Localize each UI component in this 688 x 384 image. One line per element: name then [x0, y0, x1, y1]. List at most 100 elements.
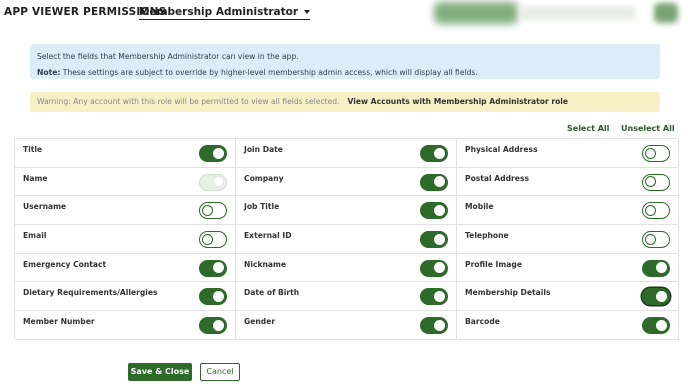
- field-visibility-toggle[interactable]: [199, 317, 227, 335]
- field-label: Company: [244, 173, 284, 183]
- field-visibility-toggle[interactable]: [199, 231, 227, 249]
- field-visibility-toggle[interactable]: [642, 145, 670, 162]
- field-row: Membership Details: [457, 282, 679, 312]
- info-line: Select the fields that Membership Admini…: [37, 52, 299, 61]
- field-row: Telephone: [457, 225, 679, 254]
- field-label: Email: [23, 231, 47, 241]
- field-row: Emergency Contact: [15, 253, 236, 283]
- field-visibility-toggle[interactable]: [642, 173, 670, 191]
- note-label: Note:: [37, 68, 61, 77]
- field-visibility-toggle[interactable]: [199, 145, 227, 162]
- role-select-dropdown[interactable]: Membership Administrator: [139, 6, 311, 20]
- field-label: Title: [23, 145, 43, 154]
- toggle-knob: [213, 147, 224, 159]
- field-permissions-grid: Title Join Date Physical Address Name Compan…: [14, 138, 679, 340]
- field-visibility-toggle[interactable]: [420, 173, 448, 191]
- field-visibility-toggle: [199, 173, 227, 191]
- field-label: Dietary Requirements/Allergies: [23, 288, 158, 298]
- field-visibility-toggle[interactable]: [199, 202, 227, 220]
- field-label: Barcode: [465, 317, 500, 327]
- field-row: Name: [15, 167, 236, 197]
- field-visibility-toggle[interactable]: [642, 317, 670, 335]
- field-row: Title: [15, 139, 236, 168]
- save-close-button[interactable]: Save & Close: [128, 363, 192, 381]
- field-row: Date of Birth: [236, 282, 457, 312]
- field-label: Physical Address: [465, 145, 538, 154]
- field-row: Member Number: [15, 311, 236, 340]
- toggle-knob: [645, 147, 656, 159]
- info-message: Select the fields that Membership Admini…: [30, 44, 660, 79]
- select-all-link[interactable]: Select All: [567, 124, 609, 133]
- role-select-value: Membership Administrator: [139, 6, 299, 18]
- field-visibility-toggle[interactable]: [642, 231, 670, 249]
- field-visibility-toggle[interactable]: [642, 288, 670, 306]
- field-label: Emergency Contact: [23, 259, 107, 269]
- note-text: These settings are subject to override b…: [60, 68, 478, 77]
- field-row: Nickname: [236, 253, 457, 283]
- redacted-area: [520, 6, 636, 20]
- top-bar: APP VIEWER PERMISSIONS Membership Admini…: [0, 0, 688, 28]
- field-label: Profile Image: [465, 259, 523, 269]
- field-visibility-toggle[interactable]: [420, 202, 448, 220]
- field-visibility-toggle[interactable]: [642, 202, 670, 220]
- field-visibility-toggle[interactable]: [420, 259, 448, 277]
- field-label: Username: [23, 202, 67, 212]
- field-visibility-toggle[interactable]: [420, 145, 448, 162]
- toggle-knob: [202, 233, 213, 245]
- field-row: Mobile: [457, 196, 679, 226]
- unselect-all-link[interactable]: Unselect All: [621, 124, 675, 133]
- field-label: Postal Address: [465, 173, 529, 183]
- chevron-down-icon: [304, 10, 311, 14]
- field-row: Company: [236, 167, 457, 197]
- toggle-knob: [434, 233, 445, 245]
- toggle-knob: [202, 204, 213, 216]
- field-row: Email: [15, 225, 236, 254]
- field-row: Username: [15, 196, 236, 226]
- field-label: External ID: [244, 231, 292, 241]
- toggle-knob: [213, 290, 224, 302]
- warning-message: Warning: Any account with this role will…: [30, 92, 660, 112]
- field-row: Profile Image: [457, 253, 679, 283]
- toggle-knob: [213, 176, 224, 188]
- toggle-knob: [645, 233, 656, 245]
- toggle-knob: [656, 262, 667, 274]
- field-label: Mobile: [465, 202, 494, 212]
- toggle-knob: [434, 176, 445, 188]
- field-row: Job Title: [236, 196, 457, 226]
- field-visibility-toggle[interactable]: [199, 259, 227, 277]
- field-label: Membership Details: [465, 288, 551, 298]
- toggle-knob: [645, 204, 656, 216]
- toggle-knob: [434, 204, 445, 216]
- field-label: Name: [23, 173, 48, 183]
- field-row: External ID: [236, 225, 457, 254]
- toggle-knob: [434, 147, 445, 159]
- field-label: Join Date: [244, 145, 283, 154]
- view-accounts-link[interactable]: View Accounts with Membership Administra…: [348, 97, 569, 106]
- field-visibility-toggle[interactable]: [420, 288, 448, 306]
- field-visibility-toggle[interactable]: [420, 231, 448, 249]
- field-row: Join Date: [236, 139, 457, 168]
- toggle-knob: [434, 319, 445, 331]
- field-row: Gender: [236, 311, 457, 340]
- cancel-button[interactable]: Cancel: [200, 363, 240, 381]
- field-visibility-toggle[interactable]: [642, 259, 670, 277]
- toggle-knob: [213, 262, 224, 274]
- field-label: Gender: [244, 317, 276, 327]
- toggle-knob: [434, 290, 445, 302]
- field-row: Barcode: [457, 311, 679, 340]
- field-label: Date of Birth: [244, 288, 300, 298]
- redacted-avatar: [654, 3, 678, 23]
- field-row: Physical Address: [457, 139, 679, 168]
- field-label: Nickname: [244, 259, 287, 269]
- field-visibility-toggle[interactable]: [199, 288, 227, 306]
- toggle-knob: [656, 290, 667, 302]
- toggle-knob: [645, 176, 656, 188]
- field-row: Dietary Requirements/Allergies: [15, 282, 236, 312]
- warning-text: Warning: Any account with this role will…: [37, 97, 340, 106]
- field-label: Member Number: [23, 317, 95, 327]
- field-visibility-toggle[interactable]: [420, 317, 448, 335]
- toggle-knob: [213, 319, 224, 331]
- redacted-area: [434, 2, 518, 24]
- info-note: Note: These settings are subject to over…: [37, 65, 653, 81]
- toggle-knob: [434, 262, 445, 274]
